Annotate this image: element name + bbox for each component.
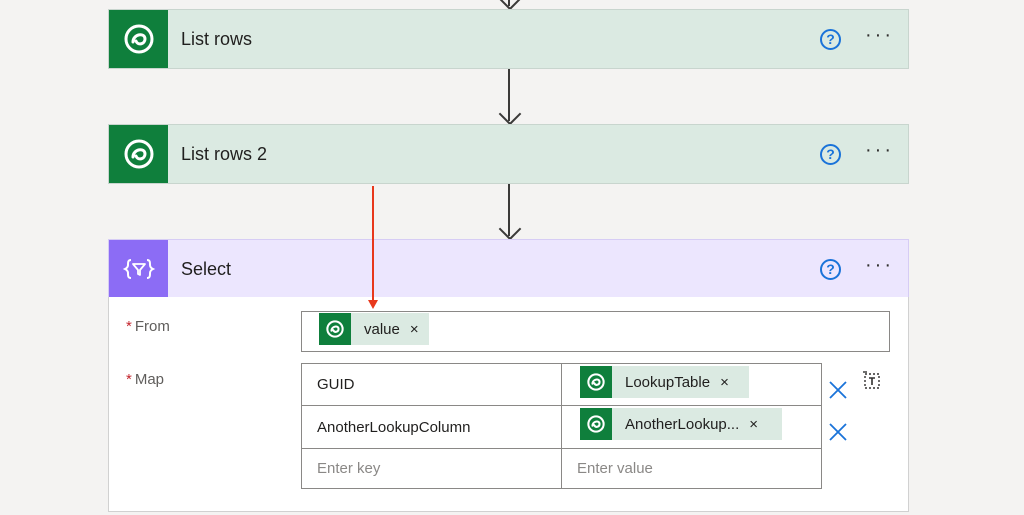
dataverse-icon: [319, 313, 351, 345]
token-label: AnotherLookup...: [625, 415, 740, 433]
more-options-icon[interactable]: ···: [865, 140, 894, 163]
remove-token-icon[interactable]: ×: [410, 321, 419, 338]
help-icon[interactable]: ?: [820, 28, 842, 50]
delete-row-icon[interactable]: [828, 422, 848, 448]
more-options-icon[interactable]: ···: [865, 255, 894, 278]
data-operation-icon: [109, 240, 168, 298]
step-card-list-rows[interactable]: List rows ? ···: [108, 9, 909, 69]
map-value-placeholder[interactable]: Enter value: [562, 449, 821, 488]
step-title: List rows 2: [181, 143, 268, 164]
step-title: List rows: [181, 28, 253, 49]
connector-arrowhead: [498, 102, 522, 126]
map-key-input[interactable]: AnotherLookupColumn: [302, 406, 561, 448]
step-title: Select: [181, 258, 232, 279]
annotation-arrow-line: [372, 186, 374, 303]
step-card-select[interactable]: Select ? ···: [108, 239, 909, 299]
map-key-placeholder[interactable]: Enter key: [302, 449, 561, 488]
help-icon[interactable]: ?: [820, 143, 842, 165]
annotation-arrowhead: [368, 300, 378, 309]
from-value-token[interactable]: value ×: [319, 313, 429, 345]
from-label: * From: [126, 318, 170, 335]
map-key-input[interactable]: GUID: [302, 364, 561, 405]
text-mode-toggle-icon[interactable]: [861, 369, 883, 396]
dataverse-icon: [109, 125, 168, 183]
map-label: * Map: [126, 371, 165, 388]
dataverse-icon: [580, 366, 612, 398]
help-icon[interactable]: ?: [820, 258, 842, 280]
token-label: LookupTable: [625, 373, 711, 391]
map-value-token[interactable]: AnotherLookup... ×: [580, 408, 782, 440]
delete-row-icon[interactable]: [828, 380, 848, 406]
more-options-icon[interactable]: ···: [865, 25, 894, 48]
remove-token-icon[interactable]: ×: [720, 374, 729, 391]
dataverse-icon: [580, 408, 612, 440]
connector-arrowhead: [498, 217, 522, 241]
map-value-token[interactable]: LookupTable ×: [580, 366, 749, 398]
token-label: value: [364, 320, 400, 338]
step-card-list-rows-2[interactable]: List rows 2 ? ···: [108, 124, 909, 184]
dataverse-icon: [109, 10, 168, 68]
remove-token-icon[interactable]: ×: [749, 416, 758, 433]
